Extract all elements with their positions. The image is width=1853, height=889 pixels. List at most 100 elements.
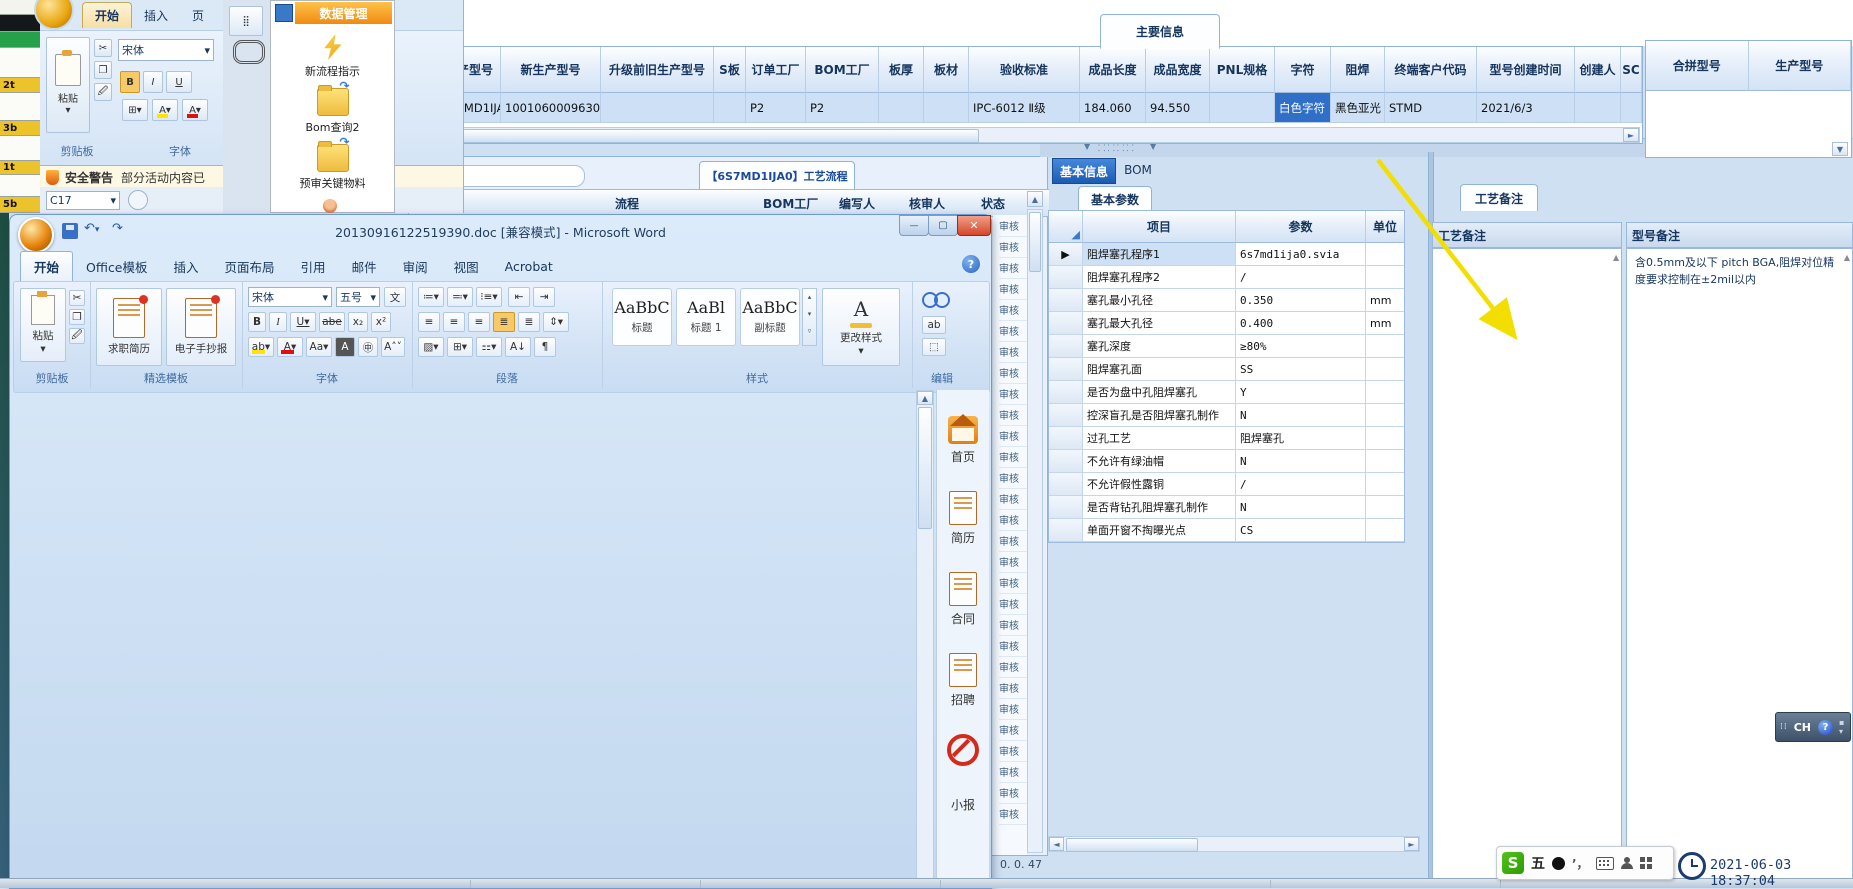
flow-row[interactable]: 审核: [999, 362, 1027, 384]
italic-button[interactable]: I: [269, 312, 287, 332]
param-value[interactable]: ≥80%: [1236, 335, 1366, 358]
maximize-button[interactable]: ▢: [928, 215, 958, 236]
character-border-button[interactable]: A: [335, 337, 355, 357]
word-tab-5[interactable]: 引用: [288, 252, 339, 281]
grid-col-9[interactable]: 验收标准: [969, 47, 1080, 93]
row-marker[interactable]: [1049, 450, 1083, 473]
row-marker[interactable]: [1049, 358, 1083, 381]
toolbox-grid-icon[interactable]: [1639, 857, 1652, 869]
flow-row[interactable]: 审核: [999, 530, 1027, 552]
flow-row[interactable]: 审核: [999, 614, 1027, 636]
abacus-icon[interactable]: ⣿: [229, 6, 263, 36]
cell-reference-box[interactable]: C17 ▾: [46, 190, 120, 210]
grid-h-scrollbar[interactable]: ◄ ►: [398, 127, 1640, 143]
row-marker[interactable]: [1049, 519, 1083, 542]
paste-button[interactable]: 粘贴 ▾: [46, 37, 90, 133]
side-grid-col-2[interactable]: 生产型号: [1748, 41, 1851, 91]
param-value[interactable]: CS: [1236, 519, 1366, 542]
word-tab-4[interactable]: 页面布局: [212, 252, 288, 281]
asian-layout-icon[interactable]: ⚏▾: [476, 337, 502, 357]
toolbox-item-3[interactable]: 预审关键物料: [271, 135, 394, 191]
ime-help-icon[interactable]: ?: [1818, 719, 1834, 735]
drag-grip-icon[interactable]: ⁞⁞: [1780, 722, 1788, 732]
param-value[interactable]: N: [1236, 450, 1366, 473]
grid-col-17[interactable]: 创建人: [1575, 47, 1621, 93]
sort-icon[interactable]: A↓: [505, 337, 531, 357]
flow-row[interactable]: 审核: [999, 572, 1027, 594]
word-scroll-thumb[interactable]: [918, 407, 932, 529]
param-value[interactable]: N: [1236, 496, 1366, 519]
grid-cell-8[interactable]: [924, 93, 969, 123]
param-row-1[interactable]: ▶ 阻焊塞孔程序1 6s7md1ija0.svia: [1049, 243, 1404, 266]
resume-template-button[interactable]: 求职简历: [96, 288, 162, 366]
border-button[interactable]: ⊞▾: [122, 99, 148, 121]
sidebar-item-2[interactable]: 简历: [937, 491, 989, 546]
word-title-bar[interactable]: ↶▾ ↷ 20130916122519390.doc [兼容模式] - Micr…: [10, 215, 991, 253]
side-grid-body[interactable]: [1646, 91, 1851, 157]
enclose-character-button[interactable]: ㊥: [358, 337, 378, 357]
flow-row[interactable]: 审核: [999, 278, 1027, 300]
ime-punct-icon[interactable]: ’，: [1572, 855, 1589, 872]
scroll-up-icon[interactable]: ▲: [917, 391, 933, 405]
grid-cell-10[interactable]: 184.060: [1080, 93, 1146, 123]
sidebar-item-4[interactable]: 招聘: [937, 653, 989, 708]
params-scroll-thumb[interactable]: [1066, 838, 1198, 852]
flow-row[interactable]: 审核: [999, 782, 1027, 804]
param-value[interactable]: Y: [1236, 381, 1366, 404]
param-row-10[interactable]: 不允许有绿油帽 N: [1049, 450, 1404, 473]
flow-row[interactable]: 审核: [999, 761, 1027, 783]
row-marker[interactable]: [1049, 473, 1083, 496]
scroll-left-icon[interactable]: ◄: [1049, 837, 1064, 851]
word-tab-1[interactable]: 开始: [20, 251, 74, 281]
flow-row[interactable]: 审核: [999, 446, 1027, 468]
tab-basic-info[interactable]: 基本信息: [1052, 158, 1116, 184]
select-icon[interactable]: ⬚: [922, 338, 946, 356]
flow-row[interactable]: 审核: [999, 215, 1027, 237]
flow-row[interactable]: 审核: [999, 677, 1027, 699]
ime-shape-icon[interactable]: [1552, 856, 1565, 870]
grid-cell-6[interactable]: P2: [806, 93, 879, 123]
word-size-select[interactable]: 五号 ▾: [336, 287, 380, 307]
grid-cell-12[interactable]: [1210, 93, 1275, 123]
language-bar[interactable]: ⁞⁞ CH ? ▪ ▾: [1775, 712, 1851, 742]
param-value[interactable]: /: [1236, 266, 1366, 289]
line-spacing-icon[interactable]: ⇕▾: [543, 312, 569, 332]
excel-tab-3[interactable]: 页: [180, 3, 216, 28]
handcopy-template-button[interactable]: 电子手抄报: [166, 288, 236, 366]
grid-cell-9[interactable]: IPC-6012 Ⅱ级: [969, 93, 1080, 123]
scroll-thumb[interactable]: [417, 129, 979, 143]
row-marker[interactable]: [1049, 289, 1083, 312]
toolbox-item-2[interactable]: Bom查询2: [271, 79, 394, 135]
grid-col-12[interactable]: PNL规格: [1210, 47, 1275, 93]
grid-cell-17[interactable]: [1575, 93, 1621, 123]
flow-window-tab[interactable]: 【6S7MD1IJA0】工艺流程: [699, 161, 855, 190]
grid-col-16[interactable]: 型号创建时间: [1477, 47, 1575, 93]
param-value[interactable]: 阻焊塞孔: [1236, 427, 1366, 450]
fill-color-button[interactable]: A ▾: [152, 99, 178, 121]
bold-button[interactable]: B: [120, 71, 140, 93]
grid-col-6[interactable]: BOM工厂: [806, 47, 879, 93]
office-button[interactable]: [34, 0, 74, 30]
numbering-icon[interactable]: ≕▾: [447, 287, 473, 307]
distribute-icon[interactable]: ≣: [518, 312, 540, 332]
underline-button[interactable]: U▾: [290, 312, 316, 332]
flow-row[interactable]: 审核: [999, 467, 1027, 489]
user-icon[interactable]: [1620, 857, 1633, 869]
sidebar-item-paper[interactable]: 小报: [937, 792, 989, 813]
style-scroll[interactable]: ▴ ▾ ▿: [802, 288, 817, 346]
grid-cell-4[interactable]: [714, 93, 746, 123]
word-tab-7[interactable]: 审阅: [390, 252, 441, 281]
font-color-button[interactable]: A ▾: [182, 99, 208, 121]
flow-row[interactable]: 审核: [999, 656, 1027, 678]
flow-row[interactable]: 审核: [999, 509, 1027, 531]
param-row-5[interactable]: 塞孔深度 ≥80%: [1049, 335, 1404, 358]
flow-row[interactable]: 审核: [999, 236, 1027, 258]
align-right-icon[interactable]: ≡: [468, 312, 490, 332]
grid-cell-3[interactable]: [601, 93, 714, 123]
change-styles-button[interactable]: A 更改样式 ▾: [822, 288, 900, 366]
param-value[interactable]: 0.350: [1236, 289, 1366, 312]
grid-cell-16[interactable]: 2021/6/3: [1477, 93, 1575, 123]
param-row-9[interactable]: 过孔工艺 阻焊塞孔: [1049, 427, 1404, 450]
row-marker[interactable]: [1049, 312, 1083, 335]
help-icon[interactable]: ?: [962, 255, 980, 273]
